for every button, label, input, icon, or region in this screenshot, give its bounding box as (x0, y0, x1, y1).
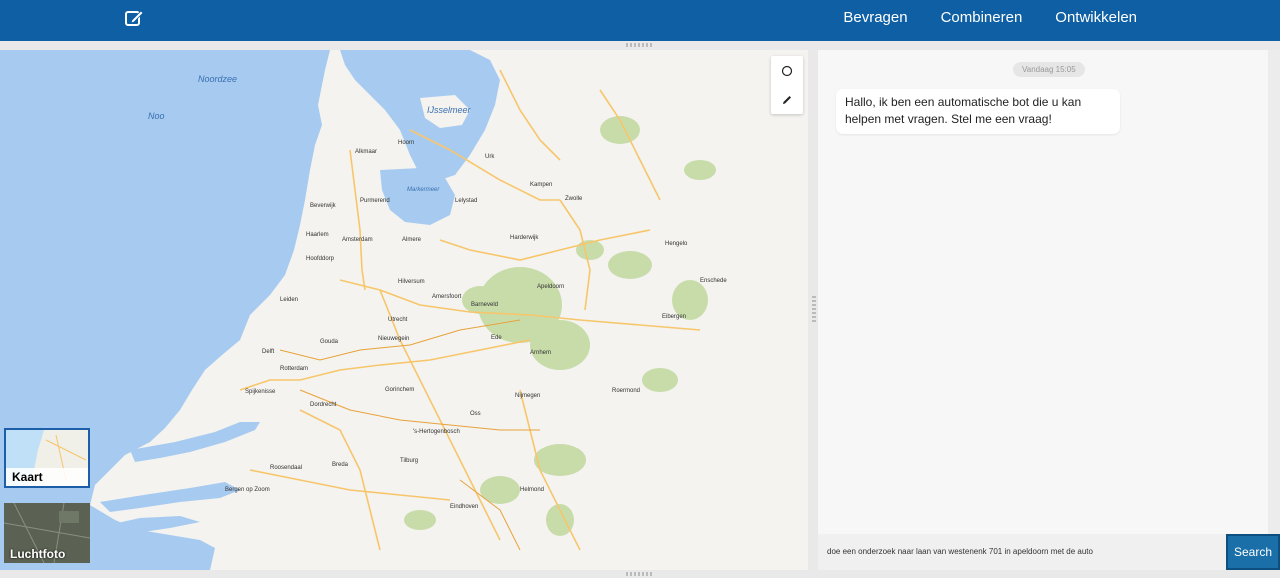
estuary-water (100, 482, 240, 512)
map-label-city: Almere (402, 237, 422, 243)
nav-bevragen[interactable]: Bevragen (843, 9, 907, 26)
layer-kaart-label: Kaart (6, 468, 88, 486)
forest-areas (404, 116, 716, 536)
map-label-water: Markermeer (407, 187, 440, 193)
map-label-city: Roermond (612, 388, 640, 394)
map-label-city: Apeldoorn (537, 284, 564, 290)
map-label-city: Enschede (700, 278, 727, 284)
circle-icon[interactable] (771, 56, 803, 85)
pencil-icon[interactable] (771, 85, 803, 114)
map-label-city: Hoorn (398, 140, 414, 146)
splitter-grip[interactable] (812, 296, 816, 324)
map-label-city: Oss (470, 411, 481, 417)
map-label-city: Nieuwegein (378, 336, 409, 342)
map-label-city: Amsterdam (342, 237, 373, 243)
map-label-city: Hengelo (665, 241, 688, 247)
map-label-water: IJsselmeer (427, 105, 472, 115)
ijsselmeer (340, 50, 500, 180)
layer-luchtfoto-label: Luchtfoto (10, 547, 66, 561)
map-label-city: Roosendaal (270, 465, 302, 471)
map-label-city: Beverwijk (310, 203, 337, 209)
chat-input-bar: doe een onderzoek naar laan van westenen… (818, 534, 1280, 570)
edit-icon[interactable] (124, 8, 144, 28)
layer-luchtfoto[interactable]: Luchtfoto (4, 503, 90, 563)
panel-splitter[interactable] (810, 50, 818, 570)
map-label-city: Breda (332, 462, 349, 468)
chat-scrollbar[interactable] (1268, 50, 1280, 570)
map-label-city: Tilburg (400, 458, 418, 464)
map-label-water: Noordzee (198, 74, 237, 84)
map-label-city: Amersfoort (432, 294, 462, 300)
chat-input[interactable]: doe een onderzoek naar laan van westenen… (822, 536, 1224, 566)
map-label-water: Noo (148, 111, 165, 121)
chat-input-text: doe een onderzoek naar laan van westenen… (827, 546, 1093, 556)
top-resize-grip[interactable] (626, 43, 654, 47)
map-label-city: Delft (262, 349, 275, 355)
chat-panel: Vandaag 15:05 Hallo, ik ben een automati… (818, 50, 1268, 570)
map-label-city: Eibergen (662, 314, 686, 320)
map-label-city: Nijmegen (515, 393, 540, 399)
bot-message: Hallo, ik ben een automatische bot die u… (836, 89, 1120, 134)
map-label-city: Eindhoven (450, 504, 478, 510)
layer-kaart[interactable]: Kaart (4, 428, 90, 488)
app-header: Bevragen Combineren Ontwikkelen (0, 0, 1280, 41)
bottom-resize-grip[interactable] (626, 572, 654, 576)
map-label-city: Purmerend (360, 198, 390, 204)
netherlands-map[interactable]: Noordzee Noo IJsselmeer Markermeer Alkma… (0, 50, 808, 570)
map-label-city: Leiden (280, 297, 298, 303)
chat-timestamp: Vandaag 15:05 (1013, 62, 1085, 77)
map-label-city: Arnhem (530, 350, 551, 356)
map-label-city: Kampen (530, 182, 552, 188)
map-label-city: Gorinchem (385, 387, 414, 393)
map-label-city: Bergen op Zoom (225, 487, 270, 493)
map-label-city: Urk (485, 154, 495, 160)
map-draw-tools (771, 56, 803, 114)
map-label-city: Utrecht (388, 317, 408, 323)
map-label-city: Helmond (520, 487, 544, 493)
map-label-city: Rotterdam (280, 366, 308, 372)
map-label-city: Dordrecht (310, 402, 337, 408)
map-label-city: Harderwijk (510, 235, 539, 241)
main-nav: Bevragen Combineren Ontwikkelen (843, 9, 1137, 26)
nav-combineren[interactable]: Combineren (941, 9, 1023, 26)
map-label-city: Gouda (320, 339, 339, 345)
map-label-city: Ede (491, 335, 502, 341)
map-label-city: Zwolle (565, 196, 583, 202)
map-label-city: Spijkenisse (245, 389, 276, 395)
map-label-city: Barneveld (471, 302, 498, 308)
map-label-city: Lelystad (455, 198, 477, 204)
map-label-city: Hilversum (398, 279, 425, 285)
map-label-city: 's-Hertogenbosch (413, 429, 460, 435)
search-button[interactable]: Search (1226, 534, 1280, 570)
map-label-city: Hoofddorp (306, 256, 335, 262)
nav-ontwikkelen[interactable]: Ontwikkelen (1055, 9, 1137, 26)
map-label-city: Alkmaar (355, 149, 377, 155)
map-view[interactable]: Noordzee Noo IJsselmeer Markermeer Alkma… (0, 50, 808, 570)
map-label-city: Haarlem (306, 232, 329, 238)
